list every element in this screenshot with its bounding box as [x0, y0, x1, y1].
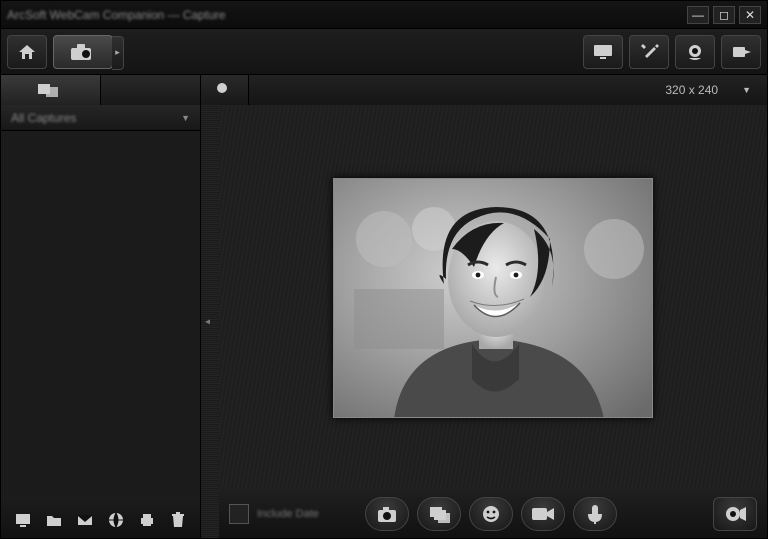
camera-icon — [68, 41, 98, 63]
mail-icon — [77, 514, 93, 526]
sidebar: All Captures ▼ — [1, 105, 201, 538]
delete-button[interactable] — [168, 510, 188, 530]
preview-image — [334, 179, 653, 418]
mic-icon — [586, 504, 604, 524]
resolution-label: 320 x 240 — [665, 83, 718, 97]
minimize-button[interactable]: — — [687, 6, 709, 24]
web-button[interactable] — [106, 510, 126, 530]
print-icon — [139, 513, 155, 527]
chevron-down-icon: ▼ — [181, 113, 190, 123]
body: All Captures ▼ ◂ — [1, 105, 767, 538]
minimize-icon: — — [692, 9, 704, 21]
main-pane: Include Date — [219, 105, 767, 538]
include-date-label: Include Date — [257, 508, 319, 520]
home-icon — [17, 43, 37, 61]
webcam-icon — [684, 43, 706, 61]
globe-icon — [108, 512, 124, 528]
media-thumbs-icon — [38, 82, 64, 98]
audio-record-button[interactable] — [573, 497, 617, 531]
display-button[interactable] — [583, 35, 623, 69]
camera-icon — [376, 505, 398, 523]
maximize-icon: ◻ — [719, 9, 729, 21]
snapshot-button[interactable] — [365, 497, 409, 531]
export-button[interactable] — [721, 35, 761, 69]
full-preview-button[interactable] — [713, 497, 757, 531]
video-icon — [531, 506, 555, 522]
capture-mode-dropdown[interactable]: ▸ — [112, 36, 124, 70]
chevron-down-icon: ▼ — [742, 85, 751, 95]
tab-media-browser[interactable] — [1, 75, 101, 105]
face-icon — [481, 504, 501, 524]
tab-row: 320 x 240 ▼ — [1, 75, 767, 105]
sidebar-tools — [1, 502, 200, 538]
slideshow-button[interactable] — [13, 510, 33, 530]
thumbnail-list — [1, 131, 200, 502]
close-icon: ✕ — [745, 9, 755, 21]
capture-mode-button[interactable]: ▸ — [53, 35, 113, 69]
export-icon — [731, 43, 751, 61]
close-button[interactable]: ✕ — [739, 6, 761, 24]
resolution-dropdown[interactable]: 320 x 240 ▼ — [249, 75, 767, 105]
webcam-settings-button[interactable] — [675, 35, 715, 69]
preview-area — [219, 105, 767, 490]
burst-button[interactable] — [417, 497, 461, 531]
wand-icon — [215, 81, 235, 99]
webcam-preview — [333, 178, 653, 418]
face-button[interactable] — [469, 497, 513, 531]
collapse-handle[interactable]: ◂ — [205, 316, 210, 327]
email-button[interactable] — [75, 510, 95, 530]
filter-label: All Captures — [11, 111, 76, 125]
video-record-button[interactable] — [521, 497, 565, 531]
folder-icon — [46, 513, 62, 527]
home-button[interactable] — [7, 35, 47, 69]
app-window: ArcSoft WebCam Companion — Capture — ◻ ✕… — [0, 0, 768, 539]
slideshow-icon — [15, 513, 31, 527]
title-bar: ArcSoft WebCam Companion — Capture — ◻ ✕ — [1, 1, 767, 29]
monitor-icon — [593, 44, 613, 60]
filter-dropdown[interactable]: All Captures ▼ — [1, 105, 200, 131]
burst-icon — [428, 505, 450, 523]
window-controls: — ◻ ✕ — [687, 6, 761, 24]
include-date-checkbox[interactable] — [229, 504, 249, 524]
tools-icon — [639, 42, 659, 62]
preview-icon — [723, 504, 747, 524]
maximize-button[interactable]: ◻ — [713, 6, 735, 24]
capture-bar: Include Date — [219, 490, 767, 538]
print-button[interactable] — [137, 510, 157, 530]
settings-button[interactable] — [629, 35, 669, 69]
window-title: ArcSoft WebCam Companion — Capture — [7, 8, 226, 22]
main-toolbar: ▸ — [1, 29, 767, 75]
open-folder-button[interactable] — [44, 510, 64, 530]
pane-divider[interactable]: ◂ — [201, 105, 219, 538]
tab-video-browser[interactable] — [101, 75, 201, 105]
trash-icon — [171, 512, 185, 528]
tab-effects[interactable] — [201, 75, 249, 105]
